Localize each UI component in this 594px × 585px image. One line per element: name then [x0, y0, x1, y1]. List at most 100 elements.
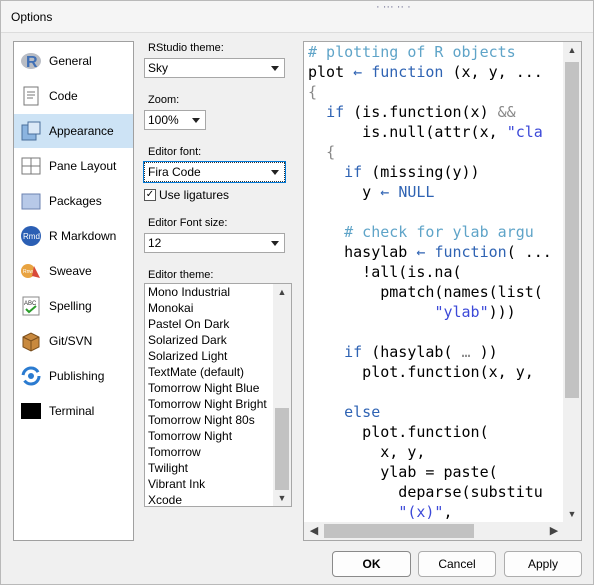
- code-document-icon: [20, 85, 42, 107]
- sidebar-item-git-svn[interactable]: Git/SVN: [14, 324, 133, 358]
- chevron-down-icon: [271, 241, 279, 246]
- editor-theme-item[interactable]: Monokai: [147, 300, 271, 316]
- editor-theme-item[interactable]: Xcode: [147, 492, 271, 506]
- code-token-paren: …: [461, 343, 471, 361]
- editor-theme-item[interactable]: Tomorrow Night Bright: [147, 396, 271, 412]
- appearance-icon: [20, 120, 42, 142]
- code-token-keyword: if: [344, 163, 363, 181]
- sidebar-item-sweave[interactable]: Rnw Sweave: [14, 254, 133, 288]
- preview-horizontal-scrollbar[interactable]: ◀ ▶: [304, 522, 564, 540]
- scroll-up-icon[interactable]: ▲: [273, 284, 291, 300]
- sidebar-item-appearance[interactable]: Appearance: [14, 114, 133, 148]
- zoom-select[interactable]: 100%: [144, 110, 206, 130]
- sidebar-item-terminal[interactable]: Terminal: [14, 394, 133, 428]
- packages-icon: [20, 190, 42, 212]
- cancel-button[interactable]: Cancel: [418, 551, 496, 577]
- editor-theme-item[interactable]: Solarized Light: [147, 348, 271, 364]
- sidebar-item-r-markdown[interactable]: Rmd R Markdown: [14, 219, 133, 253]
- code-token-comment: # plotting of R objects: [308, 43, 516, 61]
- sidebar-item-code[interactable]: Code: [14, 79, 133, 113]
- title-bar: Options · ··· ·· ·: [1, 1, 593, 33]
- editor-theme-item[interactable]: Tomorrow Night 80s: [147, 412, 271, 428]
- sidebar-item-label: Pane Layout: [49, 159, 117, 173]
- options-dialog: Options · ··· ·· · R General Code Appear…: [0, 0, 594, 585]
- editor-theme-scrollbar[interactable]: ▲ ▼: [273, 284, 291, 506]
- sidebar-item-label: Spelling: [49, 299, 92, 313]
- code-line: pmatch(names(list(: [308, 282, 563, 302]
- scroll-down-icon[interactable]: ▼: [273, 490, 291, 506]
- editor-theme-label: Editor theme:: [148, 269, 214, 281]
- code-token-string: "(x)": [398, 503, 444, 521]
- editor-theme-items: Mono Industrial Monokai Pastel On Dark Sola…: [147, 284, 271, 506]
- sidebar-item-general[interactable]: R General: [14, 44, 133, 78]
- editor-font-size-select[interactable]: 12: [144, 233, 285, 253]
- code-token-comment: # check for ylab argu: [344, 223, 534, 241]
- code-token-text: (hasylab(: [362, 343, 462, 361]
- code-line: !all(is.na(: [308, 262, 563, 282]
- editor-theme-item[interactable]: Tomorrow Night Blue: [147, 380, 271, 396]
- svg-text:Rnw: Rnw: [23, 269, 33, 275]
- editor-theme-item[interactable]: Solarized Dark: [147, 332, 271, 348]
- pane-layout-icon: [20, 155, 42, 177]
- sidebar-item-pane-layout[interactable]: Pane Layout: [14, 149, 133, 183]
- code-line: "ylab"))): [308, 302, 563, 322]
- editor-theme-item[interactable]: Tomorrow Night: [147, 428, 271, 444]
- code-token-text: plot.function(x, y,: [308, 363, 534, 381]
- code-token-string: "cla: [506, 123, 543, 141]
- editor-theme-item[interactable]: Pastel On Dark: [147, 316, 271, 332]
- code-token-paren: &&: [497, 103, 516, 121]
- editor-theme-list[interactable]: Mono Industrial Monokai Pastel On Dark Sola…: [144, 283, 292, 507]
- rstudio-theme-select[interactable]: Sky: [144, 58, 285, 78]
- code-line: ylab = paste(: [308, 462, 563, 482]
- scroll-up-icon[interactable]: ▲: [563, 42, 581, 58]
- scrollbar-thumb[interactable]: [565, 62, 579, 398]
- sidebar-item-spelling[interactable]: ABC Spelling: [14, 289, 133, 323]
- use-ligatures-checkbox[interactable]: ✓ Use ligatures: [144, 188, 229, 202]
- scrollbar-thumb[interactable]: [324, 524, 474, 538]
- editor-font-value: Fira Code: [148, 165, 201, 179]
- editor-theme-item[interactable]: Vibrant Ink: [147, 476, 271, 492]
- sidebar-item-label: Packages: [49, 194, 102, 208]
- ok-button[interactable]: OK: [332, 551, 411, 577]
- code-token-text: )): [470, 343, 498, 361]
- scrollbar-thumb[interactable]: [275, 408, 289, 490]
- sidebar-item-label: Code: [49, 89, 78, 103]
- scroll-left-icon[interactable]: ◀: [306, 522, 322, 540]
- r-logo-icon: R: [20, 50, 42, 72]
- sidebar-item-label: General: [49, 54, 92, 68]
- code-token-keyword: function: [434, 243, 507, 261]
- code-token-paren: {: [308, 83, 318, 101]
- chevron-down-icon: [192, 118, 200, 123]
- editor-theme-item[interactable]: Twilight: [147, 460, 271, 476]
- rstudio-theme-value: Sky: [148, 61, 169, 75]
- code-token-text: ( ...: [506, 243, 552, 261]
- terminal-icon: [20, 400, 42, 422]
- sidebar-item-packages[interactable]: Packages: [14, 184, 133, 218]
- editor-theme-item[interactable]: TextMate (default): [147, 364, 271, 380]
- scroll-down-icon[interactable]: ▼: [563, 506, 581, 522]
- code-line: else: [308, 402, 563, 422]
- code-token-text: ))): [488, 303, 516, 321]
- sidebar-item-label: Git/SVN: [49, 334, 93, 348]
- sidebar-item-publishing[interactable]: Publishing: [14, 359, 133, 393]
- apply-button[interactable]: Apply: [504, 551, 582, 577]
- editor-font-select[interactable]: Fira Code: [143, 161, 286, 183]
- preview-vertical-scrollbar[interactable]: ▲ ▼: [563, 42, 581, 522]
- code-token-keyword: else: [344, 403, 381, 421]
- editor-theme-item[interactable]: Tomorrow: [147, 444, 271, 460]
- scroll-right-icon[interactable]: ▶: [546, 522, 562, 540]
- publishing-icon: [20, 365, 42, 387]
- code-line: hasylab ← function( ...: [308, 242, 563, 262]
- editor-font-size-value: 12: [148, 236, 162, 250]
- editor-theme-item[interactable]: Mono Industrial: [147, 284, 271, 300]
- code-line: # check for ylab argu: [308, 222, 563, 242]
- rstudio-theme-label: RStudio theme:: [148, 42, 224, 54]
- editor-theme-preview[interactable]: # plotting of R objects plot ← function (…: [303, 41, 582, 541]
- rmarkdown-icon: Rmd: [20, 225, 42, 247]
